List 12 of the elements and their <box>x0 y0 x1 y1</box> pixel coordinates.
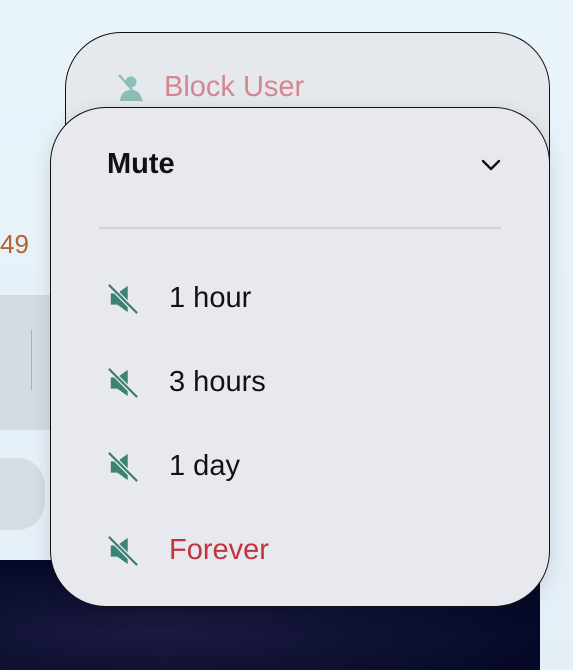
mute-option[interactable]: 3 hours <box>99 340 501 424</box>
mute-option[interactable]: Forever <box>99 508 501 592</box>
mute-option[interactable]: 1 day <box>99 424 501 508</box>
chevron-icon <box>481 158 501 170</box>
mute-header[interactable]: Mute <box>99 148 501 181</box>
count-text: 49 <box>0 228 29 260</box>
speaker-muted-icon <box>107 366 139 398</box>
speaker-muted-icon <box>107 282 139 314</box>
person-slash-icon <box>116 74 144 102</box>
speaker-muted-icon <box>107 534 139 566</box>
speaker-muted-icon <box>107 450 139 482</box>
mute-option[interactable]: 1 hour <box>99 256 501 340</box>
